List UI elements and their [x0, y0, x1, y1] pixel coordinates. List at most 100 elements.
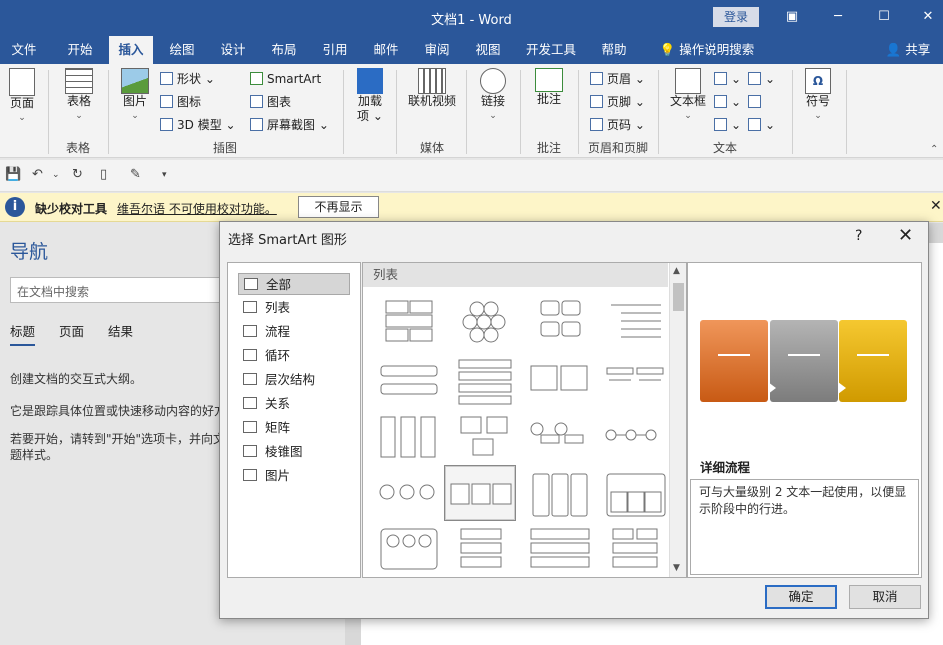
layout-thumbnail[interactable]	[601, 525, 671, 577]
dialog-close-icon[interactable]: ✕	[898, 225, 913, 246]
collapse-ribbon-icon[interactable]: ⌃	[930, 144, 938, 155]
layout-thumbnail[interactable]	[601, 470, 671, 522]
screenshot-button[interactable]: 屏幕截图 ⌄	[250, 117, 329, 133]
cancel-button[interactable]: 取消	[849, 585, 921, 609]
layout-thumbnail[interactable]	[373, 413, 443, 465]
layout-thumbnail[interactable]	[525, 356, 595, 408]
icons-button[interactable]: 图标	[160, 94, 201, 110]
scrollbar-thumb[interactable]	[673, 283, 684, 311]
minimize-icon[interactable]: ─	[826, 6, 850, 28]
textbox-button[interactable]: 文本框 ⌄	[668, 68, 708, 124]
category-relationship[interactable]: 关系	[238, 393, 350, 415]
category-matrix[interactable]: 矩阵	[238, 417, 350, 439]
dropcap-button[interactable]: ⌄	[714, 117, 741, 133]
redo-icon[interactable]: ↻	[72, 167, 83, 182]
close-message-icon[interactable]: ✕	[930, 198, 942, 214]
chart-label: 图表	[267, 95, 292, 109]
maximize-icon[interactable]: ☐	[872, 6, 896, 28]
wordart-button[interactable]: ⌄	[714, 94, 741, 110]
category-pyramid[interactable]: 棱锥图	[238, 441, 350, 463]
layout-thumbnail[interactable]	[373, 356, 443, 408]
pages-button[interactable]: 页面 ⌄	[4, 68, 40, 126]
cube-icon	[160, 118, 173, 131]
tell-me-search[interactable]: 💡 操作说明搜索	[652, 36, 762, 64]
ribbon-display-icon[interactable]: ▣	[780, 6, 804, 28]
smartart-button[interactable]: SmartArt	[250, 71, 321, 87]
layout-thumbnail-selected[interactable]	[444, 465, 516, 521]
addins-button[interactable]: 加载 项 ⌄	[350, 68, 390, 124]
tab-developer[interactable]: 开发工具	[522, 36, 580, 64]
category-picture[interactable]: 图片	[238, 465, 350, 487]
footer-button[interactable]: 页脚 ⌄	[590, 94, 645, 110]
layout-thumbnail[interactable]	[601, 297, 671, 349]
layout-thumbnail[interactable]	[525, 525, 595, 577]
layout-thumbnail[interactable]	[449, 525, 519, 577]
close-icon[interactable]: ✕	[916, 6, 940, 28]
layout-thumbnail[interactable]	[449, 413, 519, 465]
comment-button[interactable]: 批注	[530, 68, 568, 107]
tab-references[interactable]: 引用	[315, 36, 355, 64]
ok-button[interactable]: 确定	[765, 585, 837, 609]
3d-models-button[interactable]: 3D 模型 ⌄	[160, 117, 236, 133]
object-button[interactable]: ⌄	[748, 117, 775, 133]
tab-view[interactable]: 视图	[468, 36, 508, 64]
category-hierarchy[interactable]: 层次结构	[238, 369, 350, 391]
save-icon[interactable]: 💾	[5, 167, 21, 182]
undo-icon[interactable]: ↶	[32, 167, 43, 182]
text-group-label: 文本	[712, 141, 737, 155]
new-doc-icon[interactable]: ▯	[100, 167, 107, 182]
share-button[interactable]: 👤 共享	[882, 36, 934, 64]
category-list-item[interactable]: 列表	[238, 297, 350, 319]
category-all[interactable]: 全部	[238, 273, 350, 295]
tab-help[interactable]: 帮助	[594, 36, 634, 64]
layout-thumbnail[interactable]	[525, 413, 595, 465]
undo-dropdown-icon[interactable]: ⌄	[52, 170, 60, 180]
shapes-button[interactable]: 形状 ⌄	[160, 71, 215, 87]
message-bar: i 缺少校对工具 维吾尔语 不可使用校对功能。 不再显示 ✕	[0, 193, 943, 222]
tab-review[interactable]: 审阅	[417, 36, 457, 64]
scroll-down-icon[interactable]: ▼	[673, 563, 680, 573]
quick-parts-button[interactable]: ⌄	[714, 71, 741, 87]
scroll-up-icon[interactable]: ▲	[673, 266, 680, 276]
page-number-label: 页码	[607, 118, 632, 132]
login-button[interactable]: 登录	[713, 7, 759, 27]
page-number-button[interactable]: 页码 ⌄	[590, 117, 645, 133]
layout-thumbnail[interactable]	[525, 297, 595, 349]
date-time-button[interactable]	[748, 94, 765, 110]
signature-line-button[interactable]: ⌄	[748, 71, 775, 87]
layout-thumbnail[interactable]	[449, 356, 519, 408]
symbol-button[interactable]: Ω 符号 ⌄	[800, 68, 836, 124]
picture-button[interactable]: 图片 ⌄	[116, 68, 154, 124]
draw-table-icon[interactable]: ✎	[130, 167, 141, 182]
customize-qat-icon[interactable]: ▾	[162, 170, 167, 180]
layout-thumbnail[interactable]	[373, 297, 443, 349]
message-link[interactable]: 维吾尔语 不可使用校对功能。	[117, 200, 277, 217]
link-button[interactable]: 链接 ⌄	[474, 68, 512, 124]
table-button[interactable]: 表格 ⌄	[58, 68, 100, 124]
header-button[interactable]: 页眉 ⌄	[590, 71, 645, 87]
nav-tab-results[interactable]: 结果	[108, 321, 133, 340]
dont-show-again-button[interactable]: 不再显示	[298, 196, 379, 218]
tab-layout[interactable]: 布局	[264, 36, 304, 64]
tab-file[interactable]: 文件	[2, 36, 46, 64]
gallery-scrollbar[interactable]: ▲ ▼	[669, 263, 686, 577]
tab-mailings[interactable]: 邮件	[366, 36, 406, 64]
smartart-icon	[250, 72, 263, 85]
category-process[interactable]: 流程	[238, 321, 350, 343]
category-cycle[interactable]: 循环	[238, 345, 350, 367]
layout-thumbnail[interactable]	[373, 525, 443, 577]
help-button[interactable]: ?	[855, 228, 862, 244]
tab-draw[interactable]: 绘图	[162, 36, 202, 64]
nav-tab-pages[interactable]: 页面	[59, 321, 84, 340]
chart-button[interactable]: 图表	[250, 94, 291, 110]
layout-thumbnail[interactable]	[449, 297, 519, 349]
tab-home[interactable]: 开始	[56, 36, 104, 64]
layout-thumbnail[interactable]	[373, 470, 443, 522]
layout-thumbnail[interactable]	[525, 470, 595, 522]
online-video-button[interactable]: 联机视频	[404, 68, 460, 109]
layout-thumbnail[interactable]	[601, 356, 671, 408]
nav-tab-headings[interactable]: 标题	[10, 321, 36, 346]
tab-insert[interactable]: 插入	[109, 36, 153, 64]
layout-thumbnail[interactable]	[601, 413, 671, 465]
tab-design[interactable]: 设计	[213, 36, 253, 64]
